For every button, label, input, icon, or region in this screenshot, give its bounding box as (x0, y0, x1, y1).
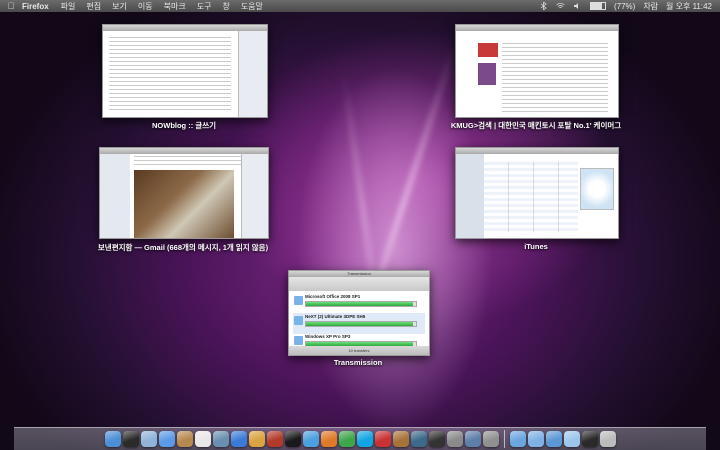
dvd-player-icon[interactable] (428, 431, 445, 447)
window-content (456, 31, 618, 117)
trash-icon[interactable] (599, 431, 616, 447)
menu-file[interactable]: 파일 (61, 1, 76, 12)
torrent-row[interactable]: Microsoft Office 2008 SP1 (293, 293, 425, 314)
menu-bookmarks[interactable]: 북마크 (164, 1, 186, 12)
time-machine-icon[interactable] (410, 431, 427, 447)
downloads-folder-icon[interactable] (545, 431, 562, 447)
menu-go[interactable]: 이동 (138, 1, 153, 12)
menu-view[interactable]: 보기 (112, 1, 127, 12)
battery-icon[interactable] (589, 2, 606, 10)
window-content (103, 31, 267, 117)
iphone-icon[interactable] (581, 431, 598, 447)
text-lines (502, 43, 608, 113)
ichat-icon[interactable] (158, 431, 175, 447)
transmission-list: Microsoft Office 2008 SP1 NeXT (2) Ultim… (289, 291, 429, 347)
window-label-gmail: 보낸편지함 — Gmail (668개의 메시지, 1개 읽지 않음) (97, 243, 269, 252)
bluetooth-icon[interactable] (539, 1, 548, 11)
volume-icon[interactable] (573, 2, 582, 10)
finder-icon[interactable] (104, 431, 121, 447)
menu-help[interactable]: 도움말 (241, 1, 263, 12)
folder-icon (294, 336, 303, 345)
menu-window[interactable]: 창 (222, 1, 229, 12)
window-title: Transmission (347, 271, 371, 276)
torrent-progress-fill (306, 302, 413, 306)
address-book-icon[interactable] (176, 431, 193, 447)
garageband-icon[interactable] (248, 431, 265, 447)
transmission-toolbar (289, 277, 429, 291)
window-label-nowblog: NOWblog :: 글쓰기 (151, 121, 217, 130)
transmission-icon[interactable] (374, 431, 391, 447)
battery-percentage: (77%) (613, 1, 636, 11)
transmission-footer: 10 transfers (289, 346, 429, 355)
site-logo (478, 43, 498, 57)
status-tray: (77%) 차람 월 오후 11:42 (539, 1, 720, 12)
torrent-name: NeXT (2) Ultimate 3DPE SH5 (305, 314, 366, 319)
preview-icon[interactable] (446, 431, 463, 447)
stack-icon[interactable] (563, 431, 580, 447)
torrent-progress-bar (305, 321, 417, 327)
window-kmug[interactable] (455, 24, 619, 118)
photo-booth-icon[interactable] (266, 431, 283, 447)
text-lines (109, 37, 231, 113)
itunes-track-list (484, 162, 578, 232)
guitar-icon[interactable] (392, 431, 409, 447)
applications-folder-icon[interactable] (509, 431, 526, 447)
iphoto-icon[interactable] (212, 431, 229, 447)
dock (14, 427, 706, 450)
window-content (456, 154, 618, 238)
clock[interactable]: 월 오후 11:42 (666, 1, 712, 12)
window-label-kmug: KMUG>검색 | 대한민국 매킨토시 포탈 No.1' 케이머그 (450, 121, 622, 130)
skype-icon[interactable] (356, 431, 373, 447)
window-label-itunes: iTunes (524, 242, 548, 251)
torrent-name: Windows XP Pro SP3 (305, 334, 351, 339)
itunes-album-art (580, 168, 614, 210)
app-menu[interactable]: Firefox (22, 2, 49, 11)
user-menu[interactable]: 차람 (643, 1, 658, 12)
safari-icon[interactable] (302, 431, 319, 447)
documents-folder-icon[interactable] (527, 431, 544, 447)
dashboard-icon[interactable] (122, 431, 139, 447)
apple-menu-icon[interactable]:  (0, 1, 22, 11)
window-label-transmission: Transmission (333, 358, 383, 367)
ad-image (478, 63, 496, 85)
sidebar-panel (241, 154, 268, 238)
window-transmission[interactable]: Transmission Microsoft Office 2008 SP1 N… (288, 270, 430, 356)
window-gmail[interactable] (99, 147, 269, 239)
folder-icon (294, 316, 303, 325)
menu-tools[interactable]: 도구 (197, 1, 212, 12)
wifi-icon[interactable] (556, 2, 565, 10)
window-itunes[interactable] (455, 147, 619, 239)
torrent-progress-fill (306, 322, 413, 326)
photo-attachment (134, 170, 234, 238)
battery-level (590, 3, 602, 9)
ical-icon[interactable] (194, 431, 211, 447)
torrent-row[interactable]: NeXT (2) Ultimate 3DPE SH5 (293, 313, 425, 334)
chrome-icon[interactable] (338, 431, 355, 447)
xcode-icon[interactable] (464, 431, 481, 447)
folder-icon (294, 296, 303, 305)
system-preferences-icon[interactable] (482, 431, 499, 447)
firefox-icon[interactable] (320, 431, 337, 447)
dock-separator (503, 430, 505, 448)
window-content (100, 154, 268, 238)
menu-edit[interactable]: 편집 (86, 1, 101, 12)
itunes-source-list (456, 154, 484, 238)
window-nowblog[interactable] (102, 24, 268, 118)
itunes-icon[interactable] (230, 431, 247, 447)
menu-bar:  Firefox 파일 편집 보기 이동 북마크 도구 창 도움말 (77%)… (0, 0, 720, 12)
torrent-name: Microsoft Office 2008 SP1 (305, 294, 361, 299)
terminal-icon[interactable] (284, 431, 301, 447)
sidebar-panel (100, 154, 130, 238)
mail-icon[interactable] (140, 431, 157, 447)
sidebar-panel (238, 31, 267, 117)
torrent-progress-bar (305, 301, 417, 307)
